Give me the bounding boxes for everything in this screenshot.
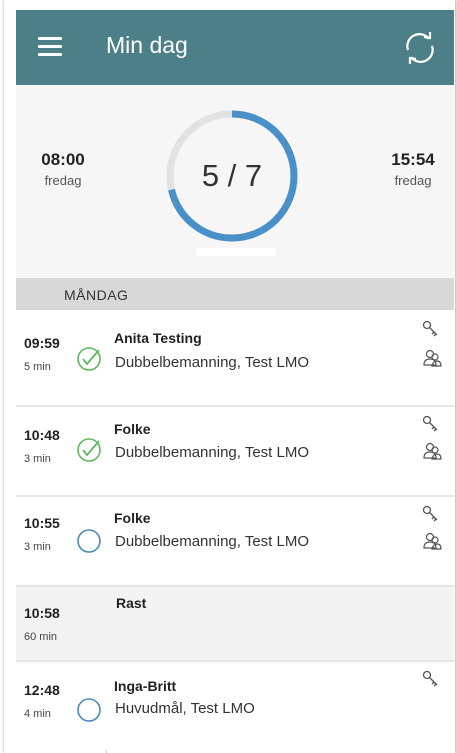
start-day: fredag: [44, 173, 82, 188]
check-icon: [76, 346, 102, 372]
day-summary: 08:00 fredag 5 / 7 15:54 fredag: [16, 85, 454, 278]
visit-description: Dubbelbemanning, Test LMO: [115, 533, 310, 550]
visit-row[interactable]: 09:59 5 min Anita Testing Dubbelbemannin…: [16, 310, 454, 407]
break-duration: 60 min: [24, 631, 58, 643]
sync-icon[interactable]: [400, 28, 440, 68]
break-row: 10:58 60 min Rast: [16, 587, 454, 662]
double-staff-icon[interactable]: [422, 531, 442, 551]
day-header: MÅNDAG: [16, 278, 454, 310]
visit-list: 09:59 5 min Anita Testing Dubbelbemannin…: [16, 310, 454, 753]
end-time-block: 15:54 fredag: [372, 150, 454, 188]
visit-name: Folke: [114, 421, 151, 437]
visit-description: Huvudmål, Test LMO: [115, 700, 255, 717]
visit-duration: 4 min: [24, 708, 51, 720]
visit-duration: 3 min: [24, 541, 51, 553]
break-time: 10:58: [24, 605, 60, 621]
visit-duration: 3 min: [24, 453, 51, 465]
visit-description: Dubbelbemanning, Test LMO: [115, 444, 310, 461]
double-staff-icon[interactable]: [422, 441, 442, 461]
visit-row[interactable]: 10:48 3 min Folke Dubbelbemanning, Test …: [16, 407, 454, 497]
visit-time: 09:59: [24, 335, 60, 351]
visit-row[interactable]: 12:48 4 min Inga-Britt Huvudmål, Test LM…: [16, 662, 454, 750]
visit-name: Folke: [114, 510, 151, 526]
visit-time: 10:48: [24, 427, 60, 443]
end-day: fredag: [394, 173, 432, 188]
break-label: Rast: [116, 595, 147, 611]
page-title: Min dag: [106, 32, 188, 58]
key-icon[interactable]: [422, 415, 440, 433]
visit-time: 12:48: [24, 682, 60, 698]
visit-duration: 5 min: [24, 361, 51, 373]
start-time-block: 08:00 fredag: [24, 150, 102, 188]
visit-name: Anita Testing: [114, 330, 202, 346]
hamburger-menu-icon[interactable]: [38, 37, 62, 57]
visit-time: 10:55: [24, 515, 60, 531]
check-icon: [76, 437, 102, 463]
visit-name: Inga-Britt: [114, 678, 177, 694]
app-bar: Min dag: [16, 10, 454, 85]
double-staff-icon[interactable]: [422, 348, 442, 368]
key-icon[interactable]: [422, 320, 440, 338]
pending-circle-icon: [76, 697, 102, 723]
start-time: 08:00: [41, 150, 85, 169]
key-icon[interactable]: [422, 670, 440, 688]
progress-count: 5 / 7: [201, 158, 263, 193]
pending-circle-icon: [76, 528, 102, 554]
summary-divider: [196, 248, 276, 256]
visit-row[interactable]: 10:55 3 min Folke Dubbelbemanning, Test …: [16, 497, 454, 587]
end-time: 15:54: [391, 150, 435, 169]
key-icon[interactable]: [422, 505, 440, 523]
visit-description: Dubbelbemanning, Test LMO: [115, 354, 310, 371]
progress-ring: 5 / 7: [159, 103, 305, 249]
